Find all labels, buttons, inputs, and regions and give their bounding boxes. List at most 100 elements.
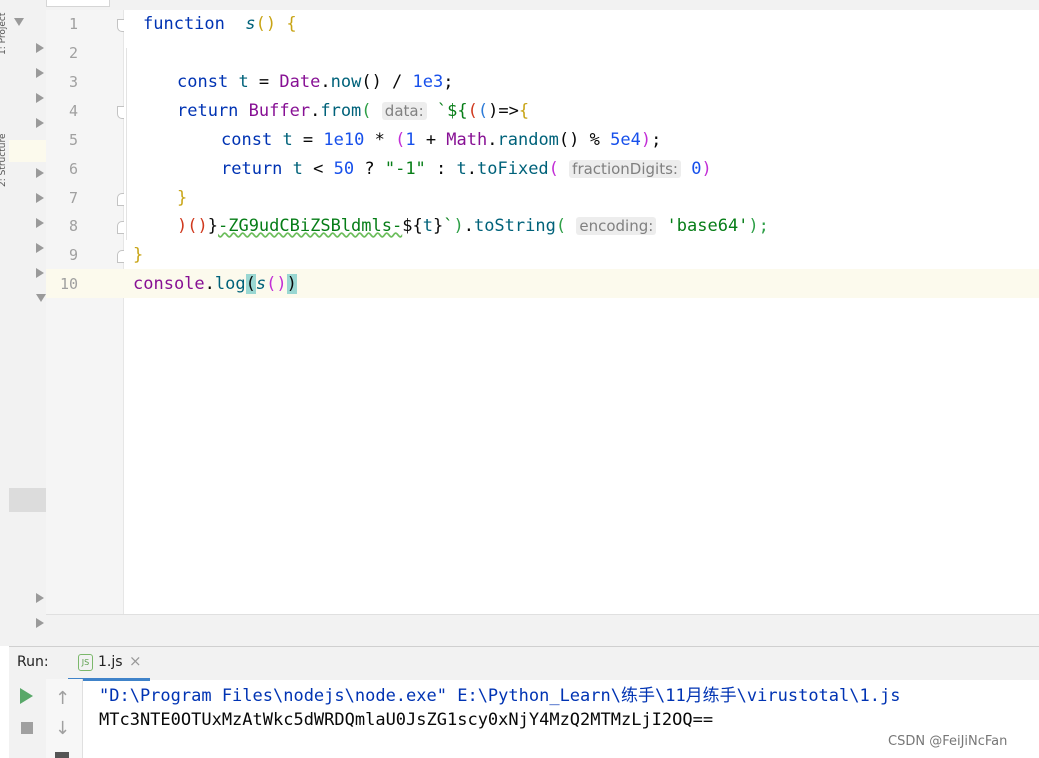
line-number: 8 (68, 217, 78, 235)
method: toFixed (477, 159, 549, 179)
dot: . (310, 101, 321, 121)
run-panel-header (9, 646, 1039, 680)
chevron-right-icon[interactable] (36, 43, 44, 53)
punct: () / (361, 72, 413, 92)
object: console (133, 274, 205, 294)
variable: t (456, 159, 467, 179)
console-output-line: MTc3NTE0OTUxMzAtWkc5dWRDQmlaU0JsZG1scy0x… (99, 710, 714, 730)
variable: t (292, 159, 303, 179)
close-icon[interactable]: × (129, 652, 142, 670)
strip-highlight (9, 140, 46, 162)
code-line-8[interactable]: )()}-ZG9udCBiZSBldmls-${t}`).toString( e… (177, 212, 769, 241)
punct: ( (467, 101, 478, 121)
punct: } (207, 216, 218, 236)
operator: ? (354, 159, 385, 179)
arrow-up-icon[interactable]: ↑ (55, 688, 70, 709)
class-name: Date (279, 72, 321, 92)
punct: () (266, 274, 287, 294)
arrow-down-icon[interactable]: ↓ (55, 718, 70, 739)
number: 1 (405, 130, 416, 150)
strip-selection (9, 488, 46, 512)
chevron-right-icon[interactable] (36, 168, 44, 178)
string-typo: -ZG9udCBiZSBldmls- (217, 216, 403, 236)
stop-icon[interactable] (21, 722, 33, 734)
punct: { (518, 101, 530, 121)
chevron-right-icon[interactable] (36, 268, 44, 278)
class-name: Math (446, 130, 488, 150)
keyword: function (143, 14, 225, 34)
operator: * (364, 130, 396, 150)
code-line-7[interactable]: } (177, 184, 187, 213)
project-tool-label[interactable]: 1: Project (0, 0, 8, 55)
chevron-right-icon[interactable] (36, 218, 44, 228)
operator: = (292, 130, 324, 150)
watermark: CSDN @FeiJiNcFan (888, 734, 1008, 749)
operator: : (425, 159, 457, 179)
dot: . (487, 130, 498, 150)
line-number: 2 (68, 44, 78, 62)
number: 5e4 (610, 130, 641, 150)
matched-paren: ( (245, 274, 256, 294)
punct: ; (443, 72, 454, 92)
punct: ( (548, 159, 559, 179)
chevron-down-icon[interactable] (36, 294, 46, 302)
run-tab-label[interactable]: 1.js (98, 654, 123, 670)
dot: . (463, 216, 474, 236)
method: toString (473, 216, 556, 236)
editor-tab[interactable] (46, 0, 110, 7)
line-number: 3 (68, 73, 78, 91)
param-hint: encoding: (576, 217, 657, 235)
keyword: const (177, 72, 229, 92)
dot: . (204, 274, 215, 294)
operator: + (415, 130, 447, 150)
chevron-right-icon[interactable] (36, 68, 44, 78)
chevron-right-icon[interactable] (36, 93, 44, 103)
punct: ; (651, 130, 662, 150)
chevron-right-icon[interactable] (36, 193, 44, 203)
number: 50 (333, 159, 355, 179)
chevron-right-icon[interactable] (36, 118, 44, 128)
string: "-1" (384, 159, 426, 179)
punct: () { (255, 14, 297, 34)
play-icon[interactable] (20, 688, 33, 704)
method: now (330, 72, 362, 92)
string: 'base64' (666, 216, 749, 236)
method: from (320, 101, 362, 121)
keyword: return (177, 101, 239, 121)
line-number: 4 (68, 102, 78, 120)
code-line-9[interactable]: } (133, 241, 143, 270)
number: 1e3 (412, 72, 444, 92)
function-call: s (255, 274, 267, 294)
indent-guide (126, 48, 127, 240)
punct: ) (177, 216, 188, 236)
code-line-6[interactable]: return t < 50 ? "-1" : t.toFixed( fracti… (221, 155, 712, 184)
punct: ( (555, 216, 567, 236)
chevron-right-icon[interactable] (36, 243, 44, 253)
keyword: return (221, 159, 283, 179)
template-end: ` (443, 216, 454, 236)
punct: ) (640, 130, 652, 150)
structure-tool-label[interactable]: 2: Structure (0, 92, 8, 188)
dot: . (320, 72, 331, 92)
editor-breadcrumb-bar (46, 614, 1039, 647)
punct: ( (477, 101, 489, 121)
operator: < (302, 159, 334, 179)
chevron-down-icon[interactable] (14, 18, 24, 26)
code-line-5[interactable]: const t = 1e10 * (1 + Math.random() % 5e… (221, 126, 661, 155)
dot: . (466, 159, 478, 179)
chevron-right-icon[interactable] (36, 593, 44, 603)
line-number: 1 (68, 15, 78, 33)
keyword: const (221, 130, 273, 150)
js-file-icon: JS (78, 654, 93, 671)
variable: t (422, 216, 433, 236)
code-line-10[interactable]: console.log(s()) (133, 270, 297, 299)
param-hint: data: (381, 102, 427, 120)
arrow: )=> (488, 101, 519, 121)
chevron-right-icon[interactable] (36, 618, 44, 628)
code-line-1[interactable]: function s() { (143, 10, 297, 39)
punct: ) (453, 216, 464, 236)
code-line-3[interactable]: const t = Date.now() / 1e3; (177, 68, 453, 97)
code-line-4[interactable]: return Buffer.from( data: `${(()=>{ (177, 97, 529, 126)
number: 1e10 (323, 130, 365, 150)
console-action-icon[interactable] (55, 752, 69, 758)
